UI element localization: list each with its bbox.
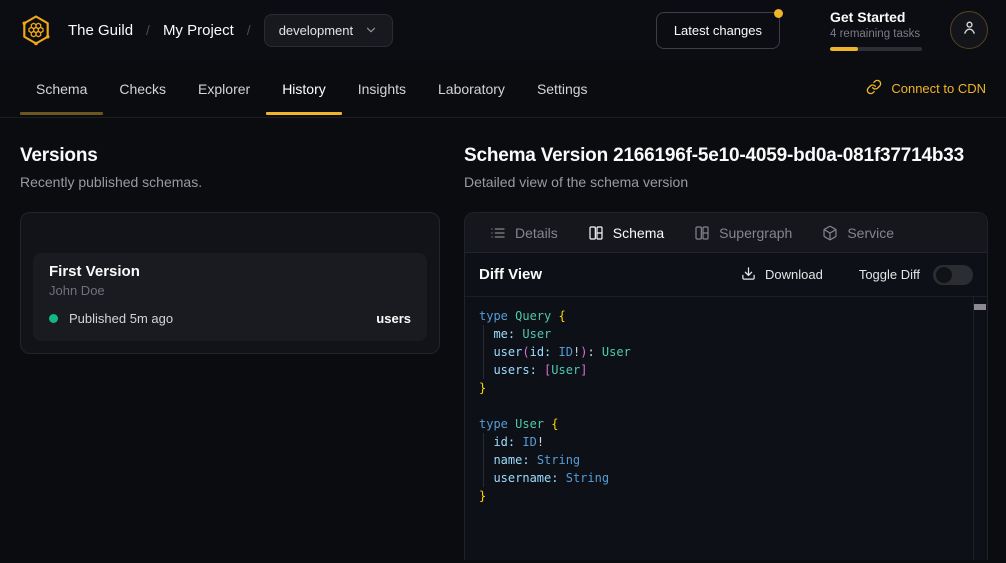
primary-nav: Schema Checks Explorer History Insights …: [0, 60, 1006, 118]
download-icon: [741, 266, 756, 284]
get-started-progressbar: [830, 47, 922, 51]
get-started-title: Get Started: [830, 9, 922, 25]
detail-tab-label: Supergraph: [719, 225, 792, 241]
main-content: Versions Recently published schemas. Fir…: [0, 118, 1006, 560]
code-line: type User {: [479, 415, 963, 433]
versions-subtitle: Recently published schemas.: [20, 174, 440, 190]
environment-selector[interactable]: development: [264, 14, 393, 47]
schema-version-panel: Details Schema Supergraph Service Diff View…: [464, 212, 988, 560]
detail-tab-service[interactable]: Service: [807, 213, 909, 252]
toggle-diff-control: Toggle Diff: [859, 265, 973, 285]
code-line: me: User: [479, 325, 963, 343]
detail-tab-label: Service: [847, 225, 894, 241]
published-status-dot: [49, 314, 58, 323]
latest-changes-label: Latest changes: [674, 23, 762, 38]
code-line: type Query {: [479, 307, 963, 325]
get-started-tasks: 4 remaining tasks: [830, 28, 922, 40]
notification-dot: [774, 9, 783, 18]
nav-tab-laboratory[interactable]: Laboratory: [422, 60, 521, 117]
nav-tab-settings[interactable]: Settings: [521, 60, 604, 117]
breadcrumb-separator: /: [247, 22, 251, 38]
columns-icon: [694, 225, 710, 241]
link-icon: [866, 79, 882, 98]
toggle-diff-label: Toggle Diff: [859, 267, 920, 282]
versions-column: Versions Recently published schemas. Fir…: [20, 145, 440, 560]
version-author: John Doe: [49, 283, 411, 298]
nav-tab-insights[interactable]: Insights: [342, 60, 422, 117]
versions-title: Versions: [20, 145, 440, 167]
toggle-diff-switch[interactable]: [933, 265, 973, 285]
version-title: First Version: [49, 263, 411, 280]
nav-tab-checks[interactable]: Checks: [103, 60, 182, 117]
scrollbar-track: [973, 297, 974, 560]
code-line: username: String: [479, 469, 963, 487]
code-line: user(id: ID!): User: [479, 343, 963, 361]
switch-knob: [936, 267, 952, 283]
user-avatar[interactable]: [950, 11, 988, 49]
version-status-text: Published 5m ago: [69, 311, 173, 326]
connect-to-cdn-label: Connect to CDN: [891, 81, 986, 96]
code-line: }: [479, 487, 963, 505]
code-line: [479, 397, 963, 415]
detail-tab-label: Details: [515, 225, 558, 241]
box-icon: [822, 225, 838, 241]
hive-logo-icon[interactable]: [18, 12, 54, 48]
nav-tab-schema[interactable]: Schema: [20, 60, 103, 117]
list-icon: [490, 225, 506, 241]
schema-version-subtitle: Detailed view of the schema version: [464, 174, 988, 190]
detail-tab-details[interactable]: Details: [475, 213, 573, 252]
version-status-row: Published 5m ago users: [49, 311, 411, 326]
breadcrumb-project[interactable]: My Project: [163, 22, 234, 39]
code-line: id: ID!: [479, 433, 963, 451]
download-label: Download: [765, 267, 823, 282]
download-button[interactable]: Download: [741, 266, 823, 284]
version-list-item[interactable]: First Version John Doe Published 5m ago …: [33, 253, 427, 341]
columns-icon: [588, 225, 604, 241]
schema-version-title: Schema Version 2166196f-5e10-4059-bd0a-0…: [464, 145, 988, 167]
diff-view-title: Diff View: [479, 266, 542, 283]
code-line: name: String: [479, 451, 963, 469]
get-started-widget[interactable]: Get Started 4 remaining tasks: [830, 9, 922, 51]
app-window: The Guild / My Project / development Lat…: [0, 0, 1006, 563]
chevron-down-icon: [364, 23, 378, 37]
connect-to-cdn-link[interactable]: Connect to CDN: [866, 60, 986, 117]
nav-tab-explorer[interactable]: Explorer: [182, 60, 266, 117]
scrollbar-thumb[interactable]: [974, 304, 986, 310]
breadcrumb-separator: /: [146, 22, 150, 38]
code-line: }: [479, 379, 963, 397]
person-icon: [961, 19, 978, 41]
get-started-progress-fill: [830, 47, 858, 51]
service-name-badge: users: [376, 311, 411, 326]
schema-code-editor[interactable]: type Query { me: User user(id: ID!): Use…: [465, 297, 987, 560]
detail-tab-label: Schema: [613, 225, 664, 241]
top-header: The Guild / My Project / development Lat…: [0, 0, 1006, 60]
latest-changes-button[interactable]: Latest changes: [656, 12, 780, 49]
nav-tab-history[interactable]: History: [266, 60, 342, 117]
detail-tabbar: Details Schema Supergraph Service: [465, 213, 987, 253]
detail-tab-supergraph[interactable]: Supergraph: [679, 213, 807, 252]
versions-card: First Version John Doe Published 5m ago …: [20, 212, 440, 354]
breadcrumb-org[interactable]: The Guild: [68, 22, 133, 39]
code-line: users: [User]: [479, 361, 963, 379]
schema-version-column: Schema Version 2166196f-5e10-4059-bd0a-0…: [464, 145, 988, 560]
diff-toolbar: Diff View Download Toggle Diff: [465, 253, 987, 297]
breadcrumb: The Guild / My Project / development: [68, 14, 393, 47]
detail-tab-schema[interactable]: Schema: [573, 213, 679, 252]
environment-label: development: [279, 23, 353, 38]
